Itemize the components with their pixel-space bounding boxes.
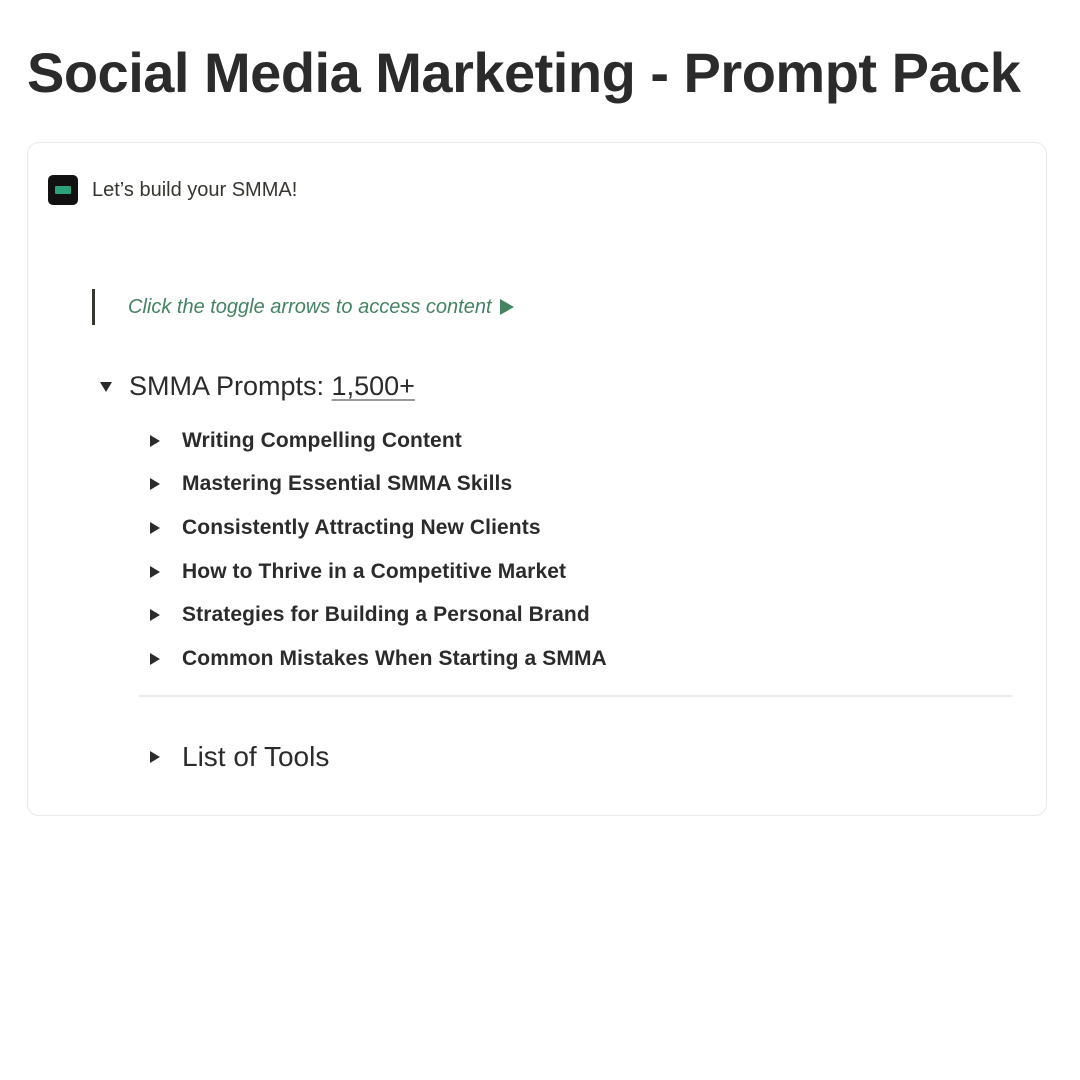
toggle-item-label[interactable]: Writing Compelling Content (182, 429, 462, 453)
toggle-mastering-essential-smma-skills[interactable]: Mastering Essential SMMA Skills (150, 463, 1030, 507)
play-arrow-icon (499, 299, 514, 315)
logo-mark (55, 186, 71, 194)
hint-text: Click the toggle arrows to access conten… (128, 295, 492, 318)
divider (139, 695, 1012, 697)
toggle-list-of-tools-label[interactable]: List of Tools (182, 741, 329, 773)
page: Social Media Marketing - Prompt Pack Let… (0, 0, 1080, 1080)
prompts-label-text: SMMA Prompts: (129, 371, 332, 401)
page-title: Social Media Marketing - Prompt Pack (27, 41, 1021, 104)
prompts-count: 1,500+ (331, 371, 415, 401)
toggle-item-label[interactable]: How to Thrive in a Competitive Market (182, 560, 566, 584)
callout-block: Let’s build your SMMA! Click the toggle … (27, 142, 1047, 816)
hint-text-wrap: Click the toggle arrows to access conten… (128, 296, 514, 319)
toggle-smma-prompts[interactable]: SMMA Prompts: 1,500+ (100, 371, 415, 402)
toggle-arrow-right-icon[interactable] (150, 751, 160, 763)
hint-quote: Click the toggle arrows to access conten… (92, 289, 514, 325)
toggle-item-label[interactable]: Common Mistakes When Starting a SMMA (182, 647, 607, 671)
toggle-arrow-right-icon[interactable] (150, 521, 160, 534)
toggle-common-mistakes[interactable]: Common Mistakes When Starting a SMMA (150, 637, 1030, 681)
toggle-list-of-tools[interactable]: List of Tools (150, 741, 329, 773)
toggle-arrow-right-icon[interactable] (150, 434, 160, 447)
toggle-arrow-down-icon[interactable] (100, 381, 112, 392)
toggle-item-label[interactable]: Strategies for Building a Personal Brand (182, 603, 590, 627)
toggle-smma-prompts-label[interactable]: SMMA Prompts: 1,500+ (129, 371, 415, 402)
toggle-building-personal-brand[interactable]: Strategies for Building a Personal Brand (150, 593, 1030, 637)
toggle-arrow-right-icon[interactable] (150, 478, 160, 491)
toggle-arrow-right-icon[interactable] (150, 565, 160, 578)
toggle-arrow-right-icon[interactable] (150, 609, 160, 622)
prompt-category-list: Writing Compelling Content Mastering Ess… (150, 419, 1030, 681)
toggle-arrow-right-icon[interactable] (150, 652, 160, 665)
toggle-item-label[interactable]: Mastering Essential SMMA Skills (182, 472, 512, 496)
toggle-consistently-attracting-new-clients[interactable]: Consistently Attracting New Clients (150, 506, 1030, 550)
smma-logo-icon (48, 175, 78, 205)
callout-header: Let’s build your SMMA! (48, 175, 297, 205)
callout-text: Let’s build your SMMA! (92, 178, 298, 201)
quote-bar (92, 289, 95, 325)
toggle-writing-compelling-content[interactable]: Writing Compelling Content (150, 419, 1030, 463)
toggle-item-label[interactable]: Consistently Attracting New Clients (182, 516, 541, 540)
toggle-thrive-competitive-market[interactable]: How to Thrive in a Competitive Market (150, 550, 1030, 594)
